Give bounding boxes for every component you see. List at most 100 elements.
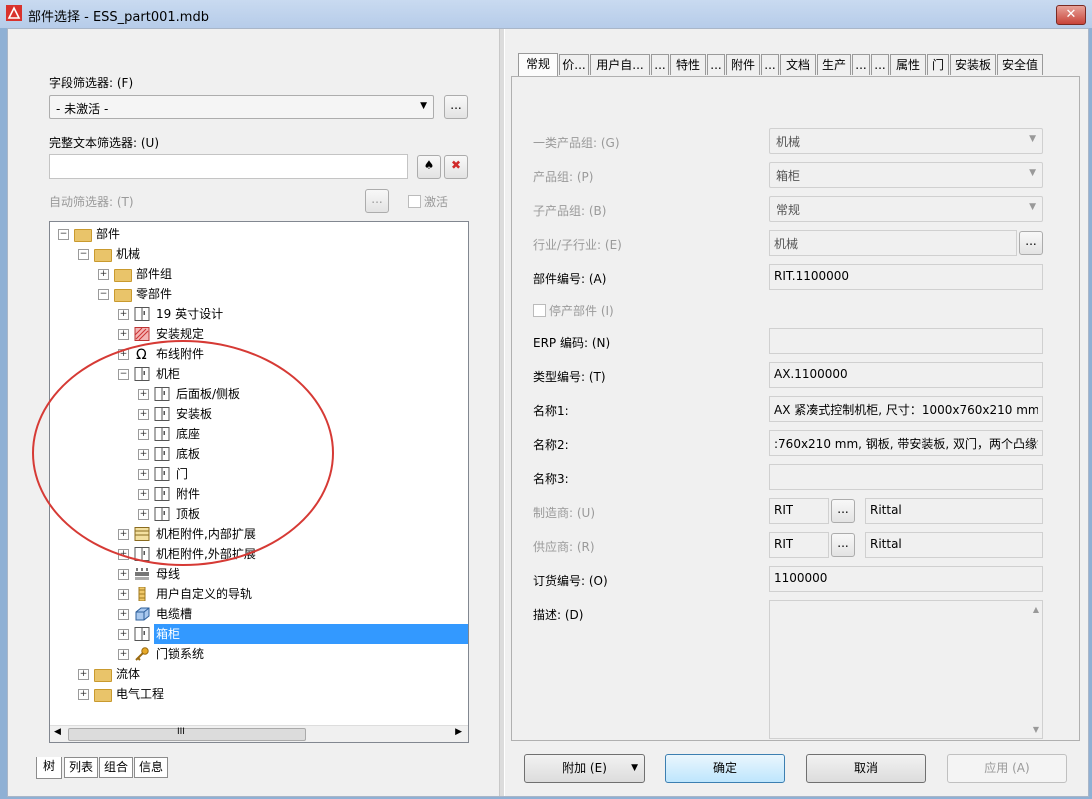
scroll-right-icon[interactable]: ▶ [455, 727, 462, 737]
order-number-field[interactable]: 1100000 [769, 566, 1043, 592]
title-bar: 部件选择 - ESS_part001.mdb ✕ [0, 0, 1092, 28]
sub-product-group-select[interactable]: 常规 ▼ [769, 196, 1043, 222]
supplier-name: Rittal [870, 537, 902, 551]
erp-label: ERP 编码: (N) [533, 336, 611, 350]
manufacturer-code-field[interactable]: RIT [769, 498, 829, 524]
tab-8[interactable]: 文档 [780, 54, 816, 75]
erp-field[interactable] [769, 328, 1043, 354]
clear-filter-icon[interactable]: ✖ [444, 155, 468, 179]
add-button[interactable]: 附加 (E) ▼ [524, 754, 645, 783]
pane-splitter[interactable] [499, 29, 505, 796]
name1-field[interactable]: AX 紧凑式控制机柜, 尺寸：1000x760x210 mm [769, 396, 1043, 422]
name2-field[interactable]: :760x210 mm, 钢板, 带安装板, 双门，两个凸缘锁 [769, 430, 1043, 456]
tab-1[interactable]: 价... [559, 54, 589, 75]
fulltext-filter-input[interactable] [49, 154, 408, 179]
binoculars-icon[interactable]: ♠ [417, 155, 441, 179]
part-number-field[interactable]: RIT.1100000 [769, 264, 1043, 290]
scroll-thumb[interactable]: III [68, 727, 306, 741]
tab-9[interactable]: 生产 [817, 54, 851, 75]
tab-11[interactable]: ... [871, 54, 889, 75]
auto-filter-more-button[interactable]: ... [365, 189, 389, 213]
sub-product-group-value: 常规 [776, 203, 801, 217]
tab-10[interactable]: ... [852, 54, 870, 75]
tab-14[interactable]: 安装板 [950, 54, 996, 75]
tree-node[interactable]: − 机械 [50, 244, 468, 264]
expand-icon[interactable]: + [118, 589, 129, 600]
field-filter-label: 字段筛选器: (F) [49, 76, 134, 90]
tree-node-label: 电缆槽 [156, 607, 193, 621]
expand-icon[interactable]: + [78, 669, 89, 680]
tab-0[interactable]: 常规 [518, 53, 558, 77]
expand-icon[interactable]: + [118, 309, 129, 320]
expand-icon[interactable]: + [118, 329, 129, 340]
tab-15[interactable]: 安全值 [997, 54, 1043, 75]
cancel-button[interactable]: 取消 [806, 754, 926, 783]
tree-node[interactable]: + 部件组 [50, 264, 468, 284]
industry-more-button[interactable]: ... [1019, 231, 1043, 255]
collapse-icon[interactable]: − [78, 249, 89, 260]
description-textarea[interactable]: ▲ ▼ [769, 600, 1043, 739]
supplier-code-field[interactable]: RIT [769, 532, 829, 558]
tree-node[interactable]: + 门锁系统 [50, 644, 468, 664]
tree-horizontal-scrollbar[interactable]: ◀ III ▶ [50, 725, 468, 742]
close-button[interactable]: ✕ [1056, 5, 1086, 25]
tree-node[interactable]: + 流体 [50, 664, 468, 684]
chevron-down-icon: ▼ [1029, 168, 1036, 178]
tab-group[interactable]: 组合 [99, 757, 133, 778]
ok-button[interactable]: 确定 [665, 754, 785, 783]
name1-label: 名称1: [533, 404, 569, 418]
tab-list[interactable]: 列表 [64, 757, 98, 778]
expand-icon[interactable]: + [98, 269, 109, 280]
expand-icon[interactable]: + [118, 569, 129, 580]
industry-value: 机械 [774, 237, 799, 251]
expand-icon[interactable]: + [118, 609, 129, 620]
tab-5[interactable]: ... [707, 54, 725, 75]
product-group-1-select[interactable]: 机械 ▼ [769, 128, 1043, 154]
tree-node[interactable]: + 电缆槽 [50, 604, 468, 624]
name2-label: 名称2: [533, 438, 569, 452]
tab-12[interactable]: 属性 [890, 54, 926, 75]
tab-2[interactable]: 用户自... [590, 54, 650, 75]
supplier-name-field: Rittal [865, 532, 1043, 558]
tab-7[interactable]: ... [761, 54, 779, 75]
expand-icon[interactable]: + [118, 629, 129, 640]
activate-checkbox[interactable] [408, 195, 421, 208]
part-number-value: RIT.1100000 [774, 269, 850, 283]
tree-node-label: 电气工程 [116, 687, 165, 701]
collapse-icon[interactable]: − [98, 289, 109, 300]
field-filter-select[interactable]: - 未激活 - ▼ [49, 95, 434, 119]
chevron-down-icon[interactable]: ▼ [631, 755, 638, 781]
tab-4[interactable]: 特性 [670, 54, 706, 75]
tab-3[interactable]: ... [651, 54, 669, 75]
tab-tree[interactable]: 树 [36, 757, 62, 779]
tab-6[interactable]: 附件 [726, 54, 760, 75]
tree-node[interactable]: + 电气工程 [50, 684, 468, 704]
collapse-icon[interactable]: − [58, 229, 69, 240]
type-number-field[interactable]: AX.1100000 [769, 362, 1043, 388]
expand-icon[interactable]: + [78, 689, 89, 700]
scroll-left-icon[interactable]: ◀ [54, 727, 61, 737]
discontinued-checkbox[interactable] [533, 304, 546, 317]
tree-node[interactable]: − 部件 [50, 224, 468, 244]
tree-node-label: 机械 [116, 247, 141, 261]
supplier-more-button[interactable]: ... [831, 533, 855, 557]
tree-node[interactable]: + 母线 [50, 564, 468, 584]
field-filter-more-button[interactable]: ... [444, 95, 468, 119]
tree-node[interactable]: − 零部件 [50, 284, 468, 304]
tree-node[interactable]: + 安装规定 [50, 324, 468, 344]
expand-icon[interactable]: + [118, 649, 129, 660]
tree-node[interactable]: + 箱柜 [50, 624, 468, 644]
tab-info[interactable]: 信息 [134, 757, 168, 778]
apply-button[interactable]: 应用 (A) [947, 754, 1067, 783]
name3-field[interactable] [769, 464, 1043, 490]
tree-node[interactable]: + 用户自定义的导轨 [50, 584, 468, 604]
product-group-select[interactable]: 箱柜 ▼ [769, 162, 1043, 188]
manufacturer-more-button[interactable]: ... [831, 499, 855, 523]
tree-node[interactable]: +19 英寸设计 [50, 304, 468, 324]
industry-field[interactable]: 机械 [769, 230, 1017, 256]
cabinet-icon [134, 627, 150, 641]
scroll-down-icon[interactable]: ▼ [1033, 725, 1039, 734]
scroll-up-icon[interactable]: ▲ [1033, 605, 1039, 614]
key-icon [134, 647, 150, 661]
tab-13[interactable]: 门 [927, 54, 949, 75]
